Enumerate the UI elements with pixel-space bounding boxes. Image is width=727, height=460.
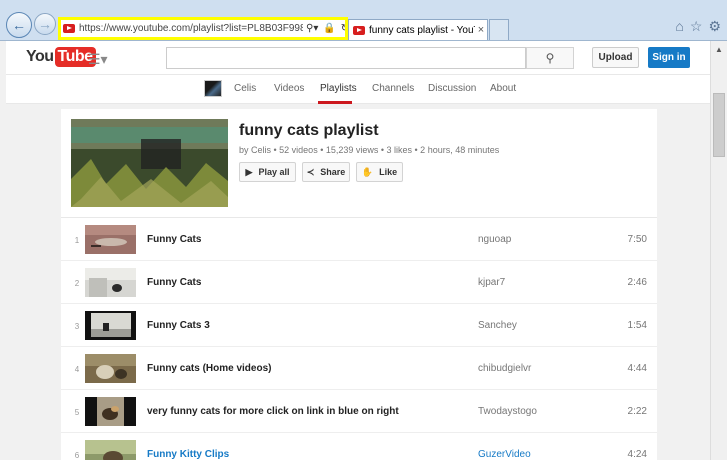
- video-thumbnail[interactable]: [85, 311, 136, 340]
- play-all-label: Play all: [258, 167, 290, 177]
- row-index: 2: [74, 279, 80, 288]
- tab-celis[interactable]: Celis: [234, 83, 256, 94]
- video-thumbnail[interactable]: [85, 397, 136, 426]
- row-index: 1: [74, 236, 80, 245]
- row-index: 5: [74, 408, 80, 417]
- table-row[interactable]: 3 Funny Cats 3 Sanchey 1:54: [61, 304, 657, 347]
- share-icon: ≺: [306, 166, 315, 177]
- home-icon[interactable]: ⌂: [675, 18, 683, 35]
- like-button[interactable]: ✋ Like: [356, 162, 403, 182]
- address-bar[interactable]: https://www.youtube.com/playlist?list=PL…: [58, 17, 348, 40]
- youtube-logo[interactable]: You Tube: [26, 47, 96, 67]
- scroll-up-arrow-icon[interactable]: ▲: [711, 41, 727, 57]
- video-owner[interactable]: Sanchey: [478, 320, 517, 331]
- video-owner[interactable]: nguoap: [478, 234, 511, 245]
- active-tab-indicator: [318, 101, 352, 104]
- logo-you-text: You: [26, 48, 54, 65]
- sign-in-button[interactable]: Sign in: [648, 47, 690, 68]
- row-index: 3: [74, 322, 80, 331]
- video-title[interactable]: Funny Cats: [147, 234, 201, 245]
- video-duration: 2:22: [627, 406, 647, 417]
- guide-menu-icon[interactable]: ☰▾: [88, 51, 108, 68]
- video-owner[interactable]: GuzerVideo: [478, 449, 531, 460]
- table-row[interactable]: 1 Funny Cats nguoap 7:50: [61, 218, 657, 261]
- upload-button[interactable]: Upload: [592, 47, 639, 68]
- forward-arrow-icon: →: [38, 16, 52, 32]
- channel-nav: Celis Videos Playlists Channels Discussi…: [6, 75, 710, 104]
- video-thumbnail[interactable]: [85, 440, 136, 460]
- settings-gear-icon[interactable]: ⚙: [708, 18, 721, 35]
- back-button[interactable]: ←: [6, 12, 32, 38]
- page-viewport: You Tube ☰▾ ⚲ Upload Sign in Celis Video…: [6, 41, 710, 460]
- search-button[interactable]: ⚲: [526, 47, 574, 69]
- play-icon: ▶: [245, 166, 253, 177]
- share-label: Share: [320, 167, 346, 177]
- video-title[interactable]: Funny Kitty Clips: [147, 449, 229, 460]
- table-row[interactable]: 5 very funny cats for more click on link…: [61, 390, 657, 433]
- video-thumbnail[interactable]: [85, 225, 136, 254]
- browser-chrome: ← → https://www.youtube.com/playlist?lis…: [0, 0, 727, 41]
- tab-title: funny cats playlist - YouTube: [369, 24, 475, 36]
- video-title[interactable]: Funny cats (Home videos): [147, 363, 271, 374]
- row-index: 6: [74, 451, 80, 460]
- video-duration: 7:50: [627, 234, 647, 245]
- share-button[interactable]: ≺ Share: [302, 162, 350, 182]
- back-arrow-icon: ←: [12, 17, 26, 33]
- search-input[interactable]: [166, 47, 526, 69]
- like-label: Like: [379, 167, 398, 177]
- video-owner[interactable]: chibudgielvr: [478, 363, 531, 374]
- tab-discussion[interactable]: Discussion: [428, 83, 476, 94]
- scrollbar-thumb[interactable]: [713, 93, 725, 157]
- video-duration: 2:46: [627, 277, 647, 288]
- refresh-icon[interactable]: ↻: [341, 23, 345, 34]
- tab-favicon-icon: [353, 25, 365, 35]
- video-thumbnail[interactable]: [85, 354, 136, 383]
- video-title[interactable]: Funny Cats: [147, 277, 201, 288]
- video-owner[interactable]: kjpar7: [478, 277, 505, 288]
- table-row[interactable]: 6 Funny Kitty Clips GuzerVideo 4:24: [61, 433, 657, 460]
- tab-about[interactable]: About: [490, 83, 516, 94]
- youtube-favicon-icon: [63, 24, 75, 33]
- vertical-scrollbar[interactable]: ▲: [710, 41, 727, 460]
- search-icon: ⚲: [545, 51, 555, 65]
- video-duration: 4:44: [627, 363, 647, 374]
- tab-videos[interactable]: Videos: [274, 83, 304, 94]
- youtube-header: You Tube ☰▾ ⚲ Upload Sign in: [6, 41, 710, 75]
- thumbs-up-icon: ✋: [361, 166, 374, 177]
- table-row[interactable]: 4 Funny cats (Home videos) chibudgielvr …: [61, 347, 657, 390]
- tab-channels[interactable]: Channels: [372, 83, 414, 94]
- favorites-star-icon[interactable]: ☆: [690, 18, 703, 35]
- playlist-card: funny cats playlist by Celis • 52 videos…: [61, 109, 657, 460]
- video-thumbnail[interactable]: [85, 268, 136, 297]
- tab-close-icon[interactable]: ×: [475, 24, 487, 36]
- video-duration: 1:54: [627, 320, 647, 331]
- playlist-thumbnail[interactable]: [71, 119, 228, 207]
- video-title[interactable]: very funny cats for more click on link i…: [147, 406, 399, 417]
- search-dropdown-icon[interactable]: ⚲▾: [306, 23, 318, 34]
- new-tab-button[interactable]: [489, 19, 509, 40]
- row-index: 4: [74, 365, 80, 374]
- playlist-title: funny cats playlist: [239, 122, 379, 139]
- playlist-meta: by Celis • 52 videos • 15,239 views • 3 …: [239, 145, 500, 155]
- play-all-button[interactable]: ▶ Play all: [239, 162, 296, 182]
- video-duration: 4:24: [627, 449, 647, 460]
- video-owner[interactable]: Twodaystogo: [478, 406, 537, 417]
- address-url[interactable]: https://www.youtube.com/playlist?list=PL…: [79, 23, 303, 34]
- video-title[interactable]: Funny Cats 3: [147, 320, 210, 331]
- tab-playlists[interactable]: Playlists: [320, 83, 357, 94]
- table-row[interactable]: 2 Funny Cats kjpar7 2:46: [61, 261, 657, 304]
- forward-button[interactable]: →: [34, 13, 56, 35]
- channel-avatar[interactable]: [204, 80, 222, 97]
- lock-icon[interactable]: 🔒: [323, 23, 335, 34]
- tab-youtube[interactable]: funny cats playlist - YouTube ×: [348, 19, 488, 40]
